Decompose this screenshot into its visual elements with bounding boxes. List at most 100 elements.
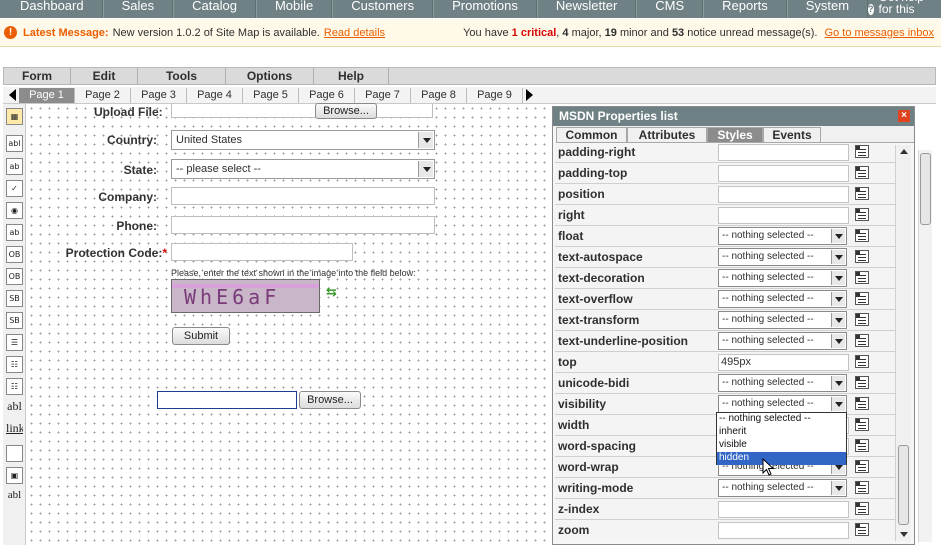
property-select[interactable]: -- nothing selected -- [718,227,847,245]
help-link[interactable]: ? Get help for this page [868,0,941,18]
submit-button[interactable]: Submit [172,327,230,345]
table-tool-icon[interactable]: ☷ [6,378,23,395]
option-group-tool-icon[interactable]: OB [6,246,23,263]
property-select[interactable]: -- nothing selected -- [718,248,847,266]
nav-promotions[interactable]: Promotions [433,0,537,18]
box-tool-icon[interactable] [6,445,23,462]
nav-mobile[interactable]: Mobile [255,0,333,18]
property-editor-icon[interactable] [855,481,869,494]
tab-attributes[interactable]: Attributes [627,127,707,142]
property-editor-icon[interactable] [855,418,869,431]
property-editor-icon[interactable] [855,229,869,242]
select-tool-icon[interactable]: SB [6,290,23,307]
tab-styles[interactable]: Styles [707,127,763,142]
nav-system[interactable]: System [786,0,869,18]
property-editor-icon[interactable] [855,250,869,263]
property-editor-icon[interactable] [855,145,869,158]
properties-scrollbar[interactable] [895,145,911,541]
option-hidden[interactable]: hidden [717,452,846,465]
tab-page-7[interactable]: Page 7 [355,87,411,103]
refresh-captcha-icon[interactable]: ⇆ [326,284,337,300]
property-select[interactable]: -- nothing selected -- [718,332,847,350]
property-editor-icon[interactable] [855,271,869,284]
image-tool-icon[interactable]: ▣ [6,467,23,484]
nav-reports[interactable]: Reports [703,0,787,18]
property-editor-icon[interactable] [855,166,869,179]
property-editor-icon[interactable] [855,208,869,221]
messages-inbox-link[interactable]: Go to messages inbox [825,27,934,39]
nav-customers[interactable]: Customers [332,0,434,18]
phone-input[interactable] [171,216,435,234]
property-editor-icon[interactable] [855,187,869,200]
menu-tools[interactable]: Tools [138,68,226,84]
scroll-thumb[interactable] [898,445,909,525]
property-editor-icon[interactable] [855,313,869,326]
upload-field[interactable] [171,104,433,118]
file-browse-button[interactable]: Browse... [299,391,361,409]
property-input[interactable] [718,186,849,203]
country-select[interactable]: United States [171,130,435,150]
property-select[interactable]: -- nothing selected -- [718,395,847,413]
property-input[interactable] [718,207,849,224]
link-tool-icon[interactable]: link [6,421,23,438]
property-editor-icon[interactable] [855,502,869,515]
property-select[interactable]: -- nothing selected -- [718,269,847,287]
tab-page-3[interactable]: Page 3 [131,87,187,103]
textbox-tool-icon[interactable]: abl [6,135,23,152]
grid-tool-icon[interactable]: ☷ [6,356,23,373]
multiselect-tool-icon[interactable]: SB [6,312,23,329]
captcha-tool-icon[interactable]: abl [6,488,23,505]
property-editor-icon[interactable] [855,355,869,368]
upload-browse-button[interactable]: Browse... [315,103,377,119]
property-select[interactable]: -- nothing selected -- [718,374,847,392]
company-input[interactable] [171,187,435,205]
nav-newsletter[interactable]: Newsletter [536,0,637,18]
tab-page-4[interactable]: Page 4 [187,87,243,103]
tab-events[interactable]: Events [763,127,821,142]
textarea-tool-icon[interactable]: ab [6,158,23,175]
property-select[interactable]: -- nothing selected -- [718,479,847,497]
radio-tool-icon[interactable]: ◉ [6,202,23,219]
checkbox-tool-icon[interactable]: ✓ [6,180,23,197]
read-details-link[interactable]: Read details [324,27,385,39]
tab-page-1[interactable]: Page 1 [19,87,75,103]
property-editor-icon[interactable] [855,439,869,452]
menu-edit[interactable]: Edit [71,68,138,84]
prev-page-icon[interactable] [9,89,16,101]
property-select[interactable]: -- nothing selected -- [718,290,847,308]
scroll-down-icon[interactable] [900,532,908,537]
property-editor-icon[interactable] [855,376,869,389]
property-editor-icon[interactable] [855,460,869,473]
list-tool-icon[interactable]: ☰ [6,334,23,351]
property-input[interactable]: 495px [718,354,849,371]
option-group2-tool-icon[interactable]: OB [6,268,23,285]
property-editor-icon[interactable] [855,397,869,410]
protection-code-input[interactable] [171,243,353,261]
option-nothing-selected[interactable]: -- nothing selected -- [717,413,846,426]
tab-page-2[interactable]: Page 2 [75,87,131,103]
menu-options[interactable]: Options [226,68,314,84]
property-input[interactable] [718,165,849,182]
tab-page-5[interactable]: Page 5 [243,87,299,103]
menu-help[interactable]: Help [314,68,389,84]
tab-page-9[interactable]: Page 9 [467,87,523,103]
property-select[interactable]: -- nothing selected -- [718,311,847,329]
property-input[interactable] [718,522,849,539]
option-inherit[interactable]: inherit [717,426,846,439]
close-icon[interactable]: × [898,110,910,122]
nav-catalog[interactable]: Catalog [173,0,256,18]
property-input[interactable] [718,501,849,518]
next-page-icon[interactable] [526,89,533,101]
text-tool-icon[interactable]: abl [6,399,23,416]
tab-common[interactable]: Common [556,127,627,142]
nav-cms[interactable]: CMS [636,0,704,18]
property-editor-icon[interactable] [855,334,869,347]
property-editor-icon[interactable] [855,292,869,305]
design-canvas[interactable]: Upload File: Browse... Country: United S… [27,103,550,545]
menu-form[interactable]: Form [4,68,71,84]
state-select[interactable]: -- please select -- [171,159,435,179]
form-tool-icon[interactable]: ▦ [6,108,23,125]
scroll-up-icon[interactable] [900,149,908,154]
page-scrollbar[interactable] [918,150,932,542]
nav-sales[interactable]: Sales [102,0,174,18]
